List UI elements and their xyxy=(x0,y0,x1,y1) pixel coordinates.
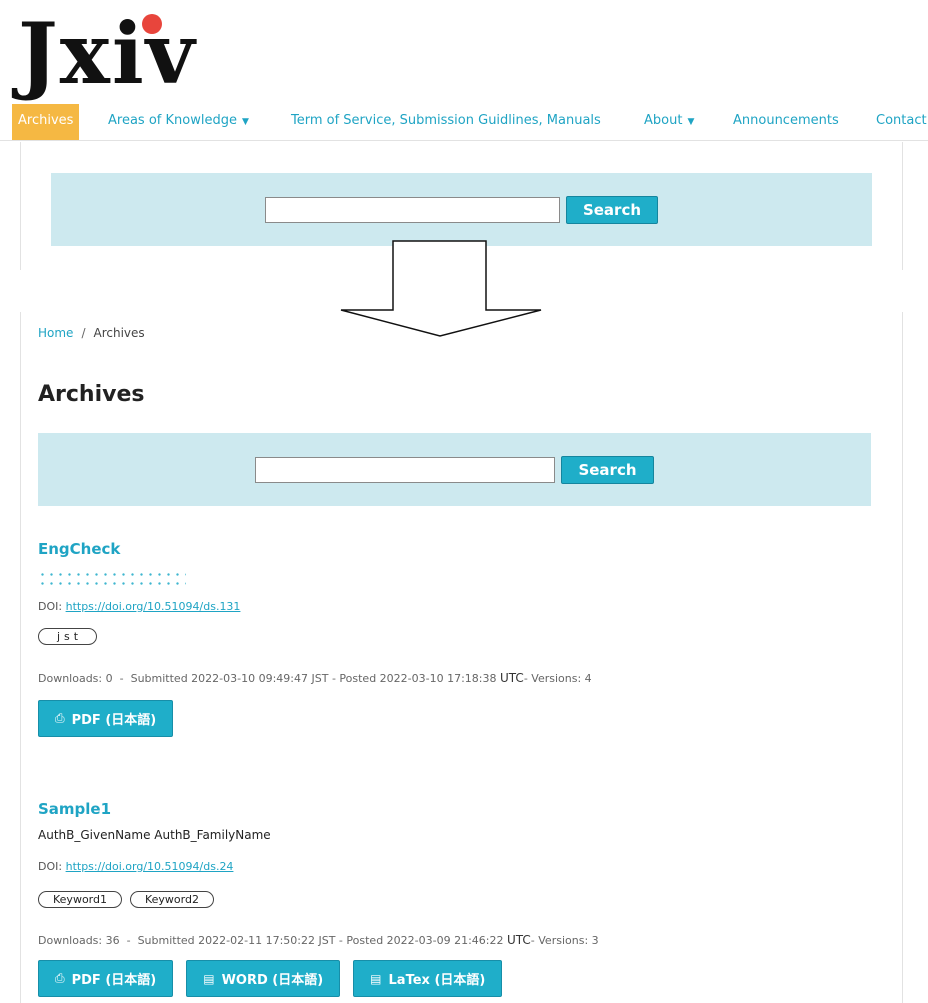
document-icon: ▤ xyxy=(203,971,215,986)
doi-label: DOI: xyxy=(38,860,63,873)
word-button-label: WORD (日本語) xyxy=(221,973,324,988)
timezone-label: UTC xyxy=(500,671,524,685)
top-search-button[interactable]: Search xyxy=(565,195,659,224)
keyword-badge[interactable]: Keyword1 xyxy=(38,891,122,908)
doi-link[interactable]: https://doi.org/10.51094/ds.24 xyxy=(66,860,234,873)
logo-dot xyxy=(142,14,162,34)
item-authors: AuthB_GivenName AuthB_FamilyName xyxy=(38,828,271,842)
doi-link[interactable]: https://doi.org/10.51094/ds.131 xyxy=(66,600,241,613)
nav-announcements-label: Announcements xyxy=(733,113,839,128)
logo-text: Jxiv xyxy=(18,4,197,103)
submitted-date: Submitted 2022-03-10 09:49:47 JST xyxy=(130,672,329,685)
latex-download-button[interactable]: ▤ LaTex (日本語) xyxy=(353,960,503,997)
item-doi: DOI: https://doi.org/10.51094/ds.24 xyxy=(38,860,233,873)
nav-archives[interactable]: Archives xyxy=(12,104,80,140)
download-buttons: ⎙ PDF (日本語) ▤ WORD (日本語) ▤ LaTex (日本語) xyxy=(38,960,503,997)
frame-line-left-top xyxy=(20,142,21,270)
down-arrow-icon xyxy=(340,240,542,337)
pdf-button-label: PDF (日本語) xyxy=(71,713,157,728)
top-search-panel: Search xyxy=(51,173,872,246)
breadcrumb-separator: / xyxy=(81,326,86,340)
keyword-list: jst xyxy=(38,628,98,645)
item-stats: Downloads: 0 - Submitted 2022-03-10 09:4… xyxy=(38,671,592,685)
search-button[interactable]: Search xyxy=(561,455,654,484)
downloads-count: Downloads: 36 xyxy=(38,934,120,947)
nav-contact[interactable]: Contact xyxy=(876,104,927,140)
pdf-icon: ⎙ xyxy=(55,971,65,985)
top-search-input[interactable] xyxy=(264,196,560,223)
nav-about[interactable]: About ▼ xyxy=(644,104,694,140)
pdf-download-button[interactable]: ⎙ PDF (日本語) xyxy=(38,700,174,737)
caret-down-icon: ▼ xyxy=(241,117,249,127)
posted-date: Posted 2022-03-09 21:46:22 xyxy=(346,934,504,947)
nav-areas-label: Areas of Knowledge xyxy=(108,113,237,128)
latex-button-label: LaTex (日本語) xyxy=(388,973,486,988)
keyword-badge[interactable]: Keyword2 xyxy=(129,891,214,908)
timezone-label: UTC xyxy=(507,933,531,947)
nav-about-label: About xyxy=(644,113,683,128)
item-title-engcheck[interactable]: EngCheck xyxy=(38,540,120,558)
search-input[interactable] xyxy=(255,456,556,483)
frame-line-right xyxy=(902,312,903,1003)
submitted-date: Submitted 2022-02-11 17:50:22 JST xyxy=(137,934,336,947)
nav-announcements[interactable]: Announcements xyxy=(733,104,839,140)
versions-count: Versions: 3 xyxy=(538,934,599,947)
versions-count: Versions: 4 xyxy=(531,672,592,685)
pdf-button-label: PDF (日本語) xyxy=(71,973,157,988)
main-nav: Archives Areas of Knowledge ▼ Term of Ser… xyxy=(0,104,928,141)
page-title: Archives xyxy=(38,382,145,407)
item-title-sample1[interactable]: Sample1 xyxy=(38,800,111,818)
search-panel: Search xyxy=(38,433,871,506)
keyword-badge[interactable]: jst xyxy=(38,628,98,645)
posted-date: Posted 2022-03-10 17:18:38 xyxy=(339,672,497,685)
download-buttons: ⎙ PDF (日本語) xyxy=(38,700,174,737)
site-logo[interactable]: Jxiv xyxy=(18,6,238,102)
frame-line-right-top xyxy=(902,142,903,270)
author-placeholder-dots xyxy=(38,570,186,588)
caret-down-icon: ▼ xyxy=(687,117,695,127)
nav-areas-of-knowledge[interactable]: Areas of Knowledge ▼ xyxy=(108,104,249,140)
downloads-count: Downloads: 0 xyxy=(38,672,113,685)
frame-line-left xyxy=(20,312,21,1003)
pdf-download-button[interactable]: ⎙ PDF (日本語) xyxy=(38,960,174,997)
breadcrumb-home-link[interactable]: Home xyxy=(38,326,73,340)
nav-terms-label: Term of Service, Submission Guidlines, M… xyxy=(291,113,601,128)
breadcrumb: Home / Archives xyxy=(38,326,145,340)
keyword-list: Keyword1 Keyword2 xyxy=(38,891,214,908)
word-download-button[interactable]: ▤ WORD (日本語) xyxy=(186,960,341,997)
item-stats: Downloads: 36 - Submitted 2022-02-11 17:… xyxy=(38,933,599,947)
nav-archives-label: Archives xyxy=(18,113,74,128)
document-icon: ▤ xyxy=(370,971,382,986)
item-doi: DOI: https://doi.org/10.51094/ds.131 xyxy=(38,600,240,613)
doi-label: DOI: xyxy=(38,600,63,613)
breadcrumb-current: Archives xyxy=(93,326,145,340)
nav-terms[interactable]: Term of Service, Submission Guidlines, M… xyxy=(291,104,601,140)
nav-contact-label: Contact xyxy=(876,113,927,128)
pdf-icon: ⎙ xyxy=(55,711,65,725)
